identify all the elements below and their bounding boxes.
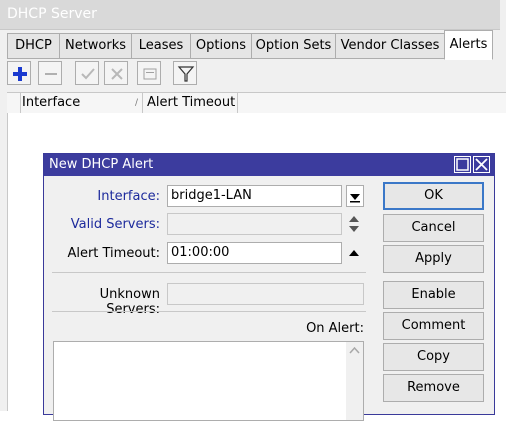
- copy-button[interactable]: Copy: [383, 343, 484, 371]
- dialog-titlebar[interactable]: New DHCP Alert: [44, 154, 494, 176]
- triangle-up-icon: [349, 250, 359, 256]
- valid-servers-updown-button[interactable]: [346, 213, 364, 235]
- comment-button[interactable]: Comment: [383, 312, 484, 340]
- window-title: DHCP Server: [7, 6, 97, 22]
- tab-options[interactable]: Options: [190, 33, 252, 59]
- interface-dropdown-button[interactable]: [346, 185, 364, 207]
- valid-servers-field[interactable]: [167, 213, 342, 235]
- tab-leases[interactable]: Leases: [131, 33, 191, 59]
- valid-servers-label: Valid Servers:: [70, 217, 160, 232]
- column-marker[interactable]: [7, 93, 21, 113]
- scrollbar[interactable]: [346, 342, 363, 420]
- chevron-down-icon: [350, 194, 360, 203]
- tab-option-sets[interactable]: Option Sets: [251, 33, 336, 59]
- tab-vendor-classes[interactable]: Vendor Classes: [335, 33, 445, 59]
- maximize-icon: [456, 158, 469, 171]
- new-dhcp-alert-dialog: New DHCP Alert Interface: bridge1-LAN Va…: [43, 153, 495, 421]
- maximize-button[interactable]: [454, 156, 471, 173]
- close-icon: [475, 158, 488, 171]
- remove-button[interactable]: Remove: [383, 374, 484, 402]
- sort-icon: ∕: [134, 98, 138, 108]
- tab-alerts[interactable]: Alerts: [444, 30, 493, 60]
- alert-timeout-field[interactable]: 01:00:00: [167, 242, 342, 264]
- filter-icon: [177, 66, 195, 82]
- column-alert-timeout[interactable]: Alert Timeout: [147, 93, 238, 113]
- unknown-servers-field[interactable]: [167, 283, 364, 305]
- apply-button[interactable]: Apply: [383, 245, 484, 273]
- interface-label: Interface:: [97, 189, 160, 204]
- cancel-button[interactable]: Cancel: [383, 214, 484, 242]
- remove-button[interactable]: [38, 61, 62, 85]
- add-button[interactable]: [7, 61, 31, 85]
- cross-icon: [111, 68, 123, 80]
- dhcp-server-window: DHCP Server DHCP Networks Leases Options…: [0, 0, 506, 421]
- separator: [52, 272, 366, 273]
- minus-icon: [45, 73, 57, 75]
- alert-timeout-label: Alert Timeout:: [67, 246, 160, 261]
- unknown-servers-label: Unknown Servers:: [99, 287, 160, 317]
- list-header: Interface ∕ Alert Timeout: [7, 92, 506, 114]
- scroll-up-icon: [349, 346, 360, 354]
- check-icon: [81, 68, 95, 80]
- comment-button[interactable]: [137, 61, 161, 85]
- enable-button[interactable]: Enable: [383, 281, 484, 309]
- updown-icon: [349, 216, 359, 232]
- tab-dhcp[interactable]: DHCP: [7, 33, 60, 59]
- enable-button[interactable]: [75, 61, 99, 85]
- separator: [52, 311, 366, 312]
- column-interface-label: Interface: [22, 95, 81, 110]
- interface-field[interactable]: bridge1-LAN: [167, 185, 342, 207]
- disable-button[interactable]: [104, 61, 128, 85]
- ok-button[interactable]: OK: [383, 182, 484, 210]
- window-titlebar[interactable]: DHCP Server: [0, 0, 500, 30]
- comment-icon: [143, 68, 157, 80]
- dialog-title: New DHCP Alert: [49, 157, 154, 172]
- close-button[interactable]: [473, 156, 490, 173]
- tab-networks[interactable]: Networks: [59, 33, 132, 59]
- alert-timeout-up-button[interactable]: [346, 242, 364, 264]
- on-alert-script-textarea[interactable]: [53, 341, 364, 421]
- on-alert-label: On Alert:: [306, 321, 364, 336]
- plus-icon: [13, 67, 27, 81]
- filter-button[interactable]: [173, 61, 197, 85]
- column-interface[interactable]: Interface ∕: [22, 93, 143, 113]
